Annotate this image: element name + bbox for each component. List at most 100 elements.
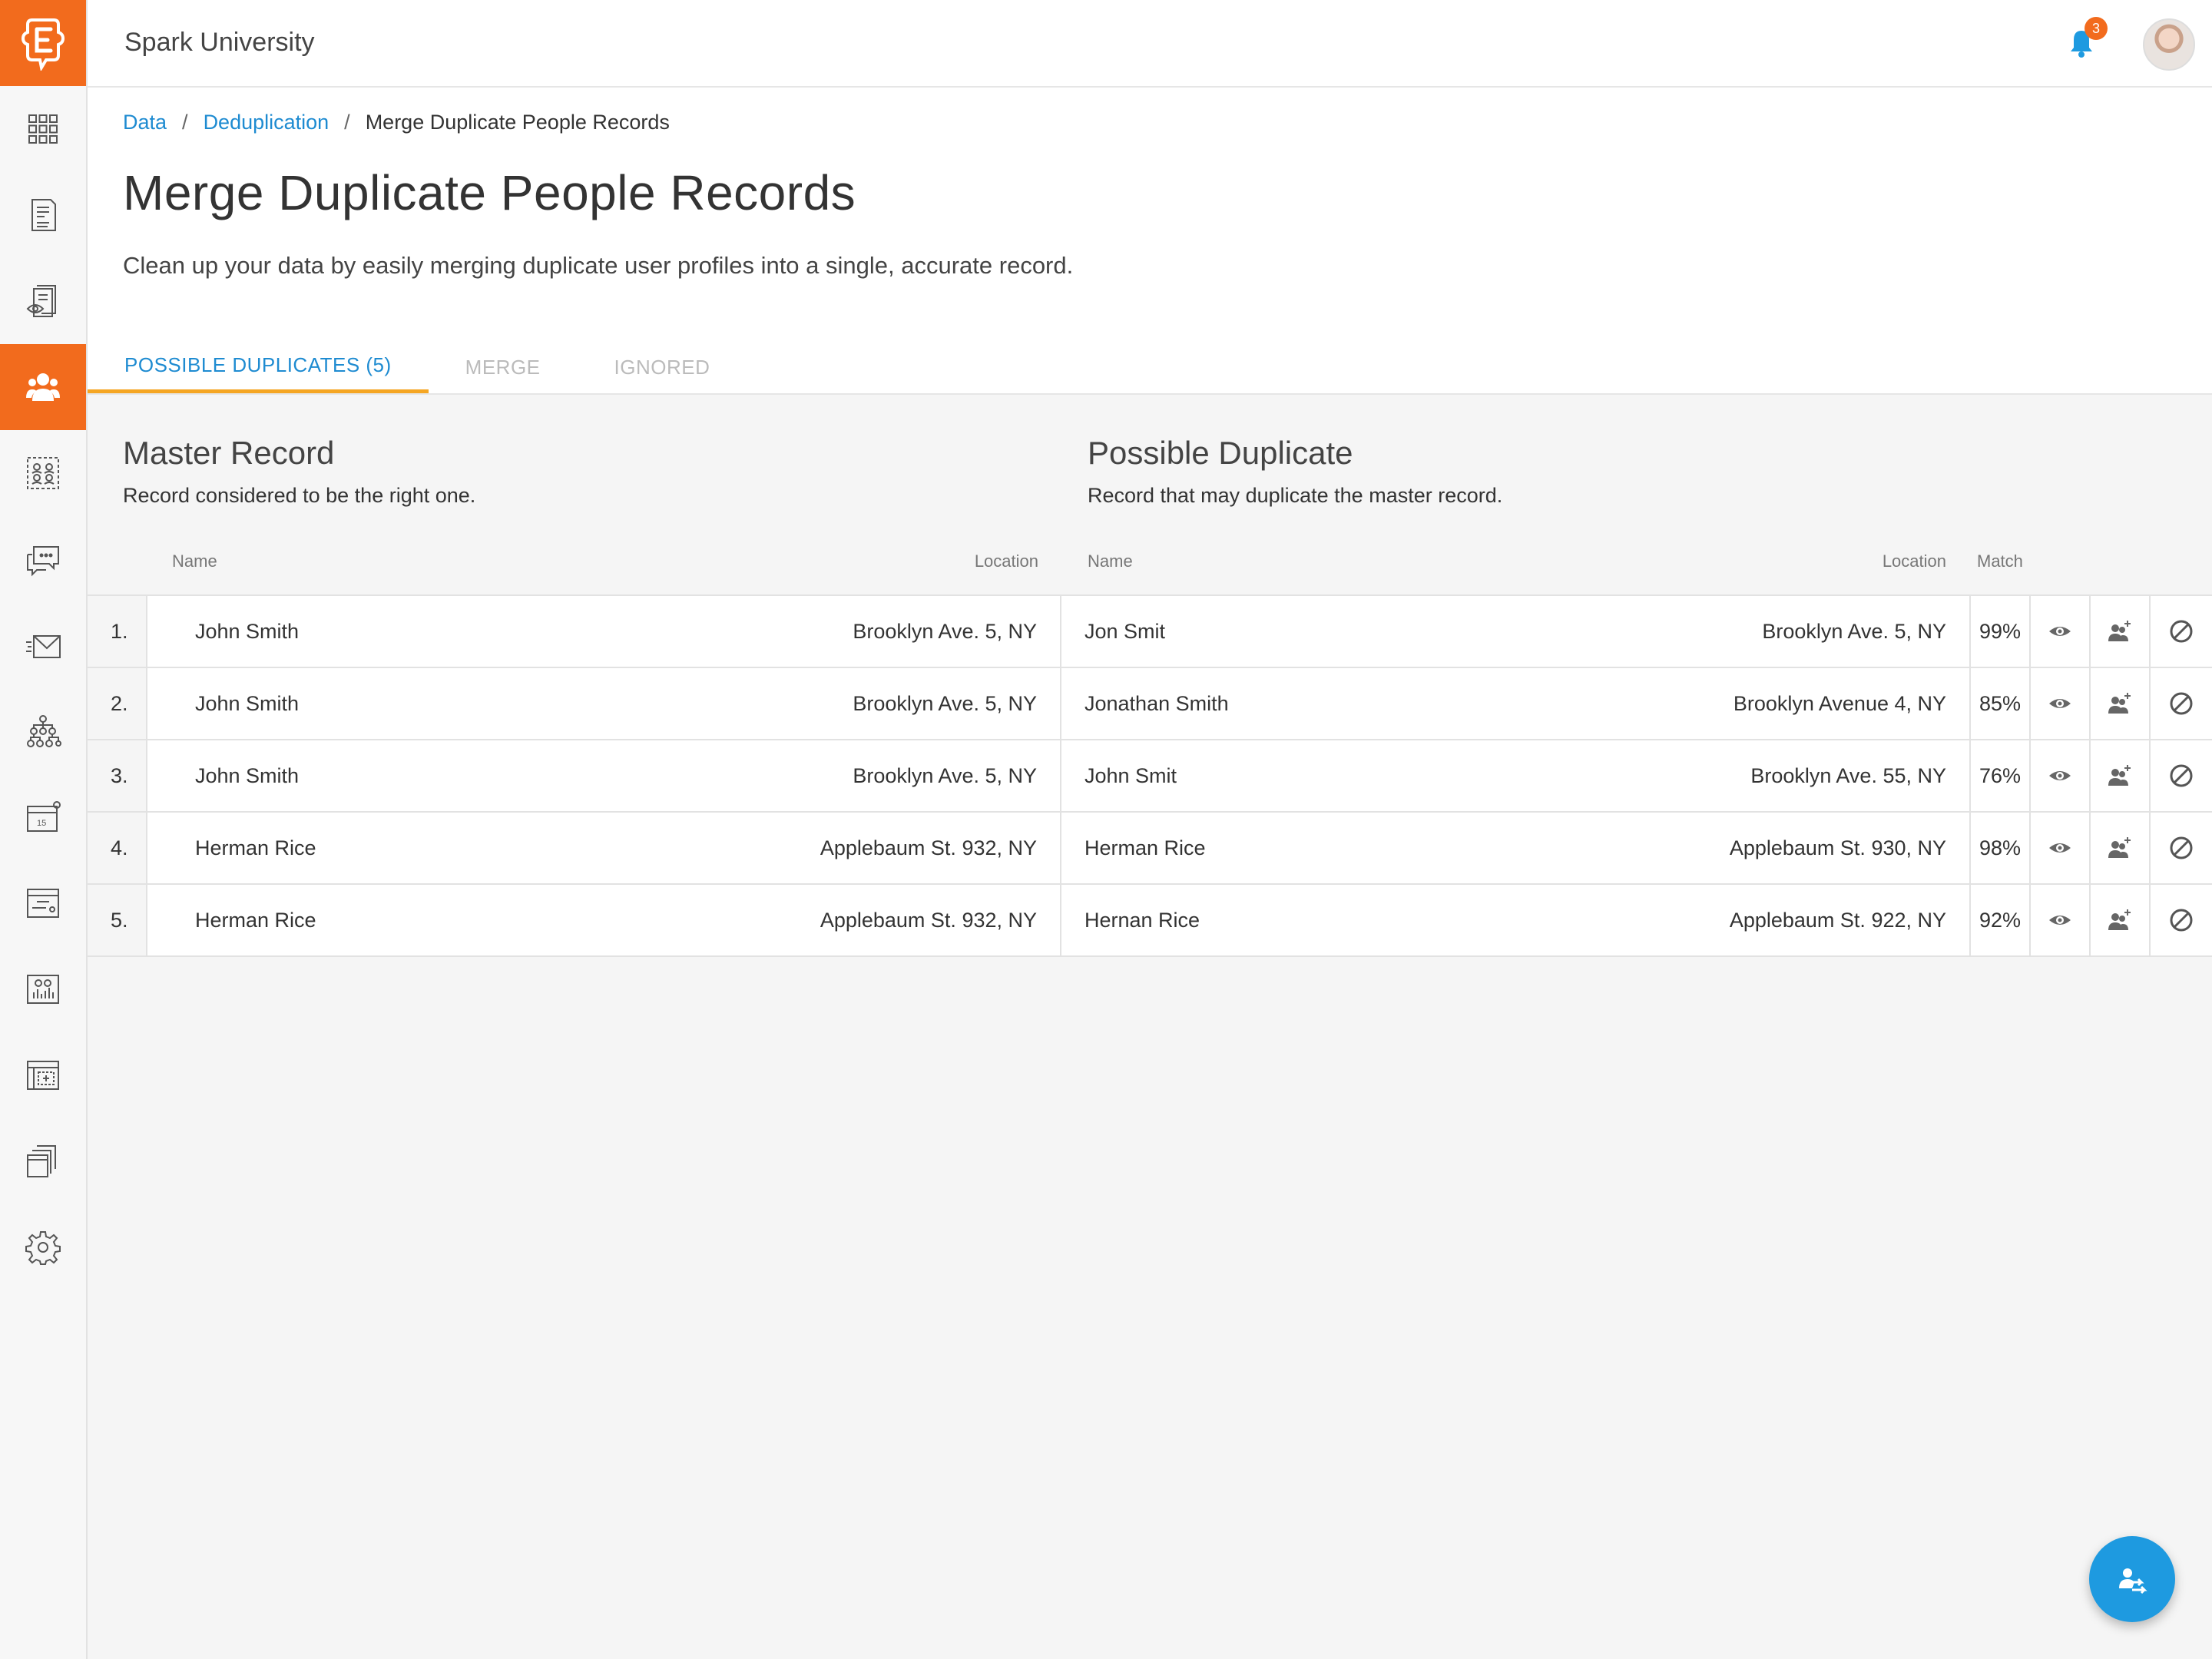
duplicate-location: Brooklyn Ave. 5, NY: [1762, 619, 1946, 643]
ignore-button[interactable]: [2151, 885, 2212, 955]
duplicate-cell: Herman Rice Applebaum St. 930, NY: [1061, 813, 1971, 883]
master-location-header: Location: [974, 551, 1038, 571]
table-row: 2. John Smith Brooklyn Ave. 5, NY Jonath…: [88, 668, 2212, 740]
duplicate-cell: John Smit Brooklyn Ave. 55, NY: [1061, 740, 1971, 811]
files-icon: [27, 1145, 56, 1177]
nav-item-dashboard[interactable]: [0, 86, 86, 172]
breadcrumb: Data / Deduplication / Merge Duplicate P…: [123, 111, 670, 134]
ignore-icon: [2170, 692, 2193, 715]
merge-button[interactable]: [2091, 668, 2151, 739]
tab-possible-duplicates[interactable]: POSSIBLE DUPLICATES (5): [88, 341, 429, 393]
nav-item-chat[interactable]: [0, 516, 86, 602]
match-cell: 76%: [1971, 740, 2031, 811]
match-percent: 85%: [1979, 691, 2022, 715]
master-record-desc: Record considered to be the right one.: [123, 484, 476, 507]
logo-e-icon[interactable]: [0, 0, 86, 86]
duplicate-location-header: Location: [1882, 551, 1946, 571]
master-location: Applebaum St. 932, NY: [820, 836, 1037, 859]
ignore-button[interactable]: [2151, 668, 2212, 739]
layout-icon: [27, 1061, 59, 1090]
match-percent: 98%: [1979, 836, 2022, 859]
master-record-title: Master Record: [123, 435, 335, 471]
nav-item-documents[interactable]: [0, 172, 86, 258]
row-index-label: 1.: [111, 619, 128, 643]
merge-person-icon: [2108, 909, 2131, 930]
table-row: 3. John Smith Brooklyn Ave. 5, NY John S…: [88, 740, 2212, 813]
tab-ignored[interactable]: IGNORED: [578, 341, 747, 393]
master-cell: John Smith Brooklyn Ave. 5, NY: [147, 596, 1061, 667]
analytics-icon: [27, 975, 59, 1004]
ignore-button[interactable]: [2151, 813, 2212, 883]
match-percent: 99%: [1979, 619, 2022, 643]
nav-item-form[interactable]: [0, 860, 86, 946]
master-name-header: Name: [172, 551, 217, 571]
duplicates-table: 1. John Smith Brooklyn Ave. 5, NY Jon Sm…: [88, 594, 2212, 957]
merge-button[interactable]: [2091, 596, 2151, 667]
master-cell: Herman Rice Applebaum St. 932, NY: [147, 813, 1061, 883]
view-button[interactable]: [2031, 668, 2091, 739]
duplicate-cell: Jon Smit Brooklyn Ave. 5, NY: [1061, 596, 1971, 667]
nav-item-settings[interactable]: [0, 1204, 86, 1290]
tab-bar: POSSIBLE DUPLICATES (5) MERGE IGNORED: [88, 341, 747, 393]
match-cell: 92%: [1971, 885, 2031, 955]
chat-icon: [27, 546, 59, 577]
form-icon: [27, 889, 59, 918]
master-name: Herman Rice: [195, 836, 316, 859]
master-name: John Smith: [195, 691, 300, 715]
ignore-icon: [2170, 836, 2193, 859]
nav-item-groups[interactable]: [0, 430, 86, 516]
merge-person-icon: [2108, 621, 2131, 641]
duplicate-location: Brooklyn Ave. 55, NY: [1750, 763, 1946, 787]
ignore-icon: [2170, 764, 2193, 787]
breadcrumb-data-link[interactable]: Data: [123, 111, 167, 134]
match-cell: 85%: [1971, 668, 2031, 739]
grid-icon: [28, 114, 58, 144]
duplicate-name: Jon Smit: [1084, 619, 1166, 643]
mail-icon: [26, 635, 61, 658]
duplicate-name: Hernan Rice: [1084, 908, 1200, 932]
table-row: 5. Herman Rice Applebaum St. 932, NY Her…: [88, 885, 2212, 957]
ignore-button[interactable]: [2151, 740, 2212, 811]
merge-button[interactable]: [2091, 813, 2151, 883]
merge-button[interactable]: [2091, 740, 2151, 811]
merge-button[interactable]: [2091, 885, 2151, 955]
possible-duplicate-desc: Record that may duplicate the master rec…: [1088, 484, 1503, 507]
view-button[interactable]: [2031, 813, 2091, 883]
document-icon: [31, 199, 56, 231]
view-button[interactable]: [2031, 596, 2091, 667]
view-button[interactable]: [2031, 740, 2091, 811]
master-cell: John Smith Brooklyn Ave. 5, NY: [147, 740, 1061, 811]
avatar[interactable]: [2143, 18, 2195, 71]
merge-person-icon: [2108, 837, 2131, 858]
row-index: 1.: [88, 596, 147, 667]
review-icon: [26, 285, 56, 317]
merge-person-icon: [2108, 693, 2131, 714]
nav-item-people[interactable]: [0, 344, 86, 430]
duplicate-name: Jonathan Smith: [1084, 691, 1229, 715]
merge-person-icon: [2119, 1568, 2147, 1594]
ignore-button[interactable]: [2151, 596, 2212, 667]
duplicate-cell: Jonathan Smith Brooklyn Avenue 4, NY: [1061, 668, 1971, 739]
view-button[interactable]: [2031, 885, 2091, 955]
breadcrumb-current: Merge Duplicate People Records: [365, 111, 670, 134]
nav-item-mail[interactable]: [0, 602, 86, 688]
page-header-area: Data / Deduplication / Merge Duplicate P…: [88, 88, 2212, 395]
nav-item-review[interactable]: [0, 258, 86, 344]
match-header: Match: [1977, 551, 2023, 571]
nav-item-files[interactable]: [0, 1118, 86, 1204]
match-cell: 98%: [1971, 813, 2031, 883]
nav-item-calendar[interactable]: 15: [0, 774, 86, 860]
groups-icon: [27, 457, 59, 489]
nav-item-layout[interactable]: [0, 1032, 86, 1118]
master-name: John Smith: [195, 763, 300, 787]
eye-icon: [2049, 627, 2071, 636]
nav-item-analytics[interactable]: [0, 946, 86, 1032]
eye-icon: [2049, 843, 2071, 853]
tab-merge[interactable]: MERGE: [429, 341, 578, 393]
master-location: Brooklyn Ave. 5, NY: [853, 691, 1037, 715]
merge-fab-button[interactable]: [2089, 1536, 2175, 1622]
row-index-label: 2.: [111, 691, 128, 715]
breadcrumb-deduplication-link[interactable]: Deduplication: [204, 111, 329, 134]
nav-item-hierarchy[interactable]: [0, 688, 86, 774]
master-location: Applebaum St. 932, NY: [820, 908, 1037, 932]
